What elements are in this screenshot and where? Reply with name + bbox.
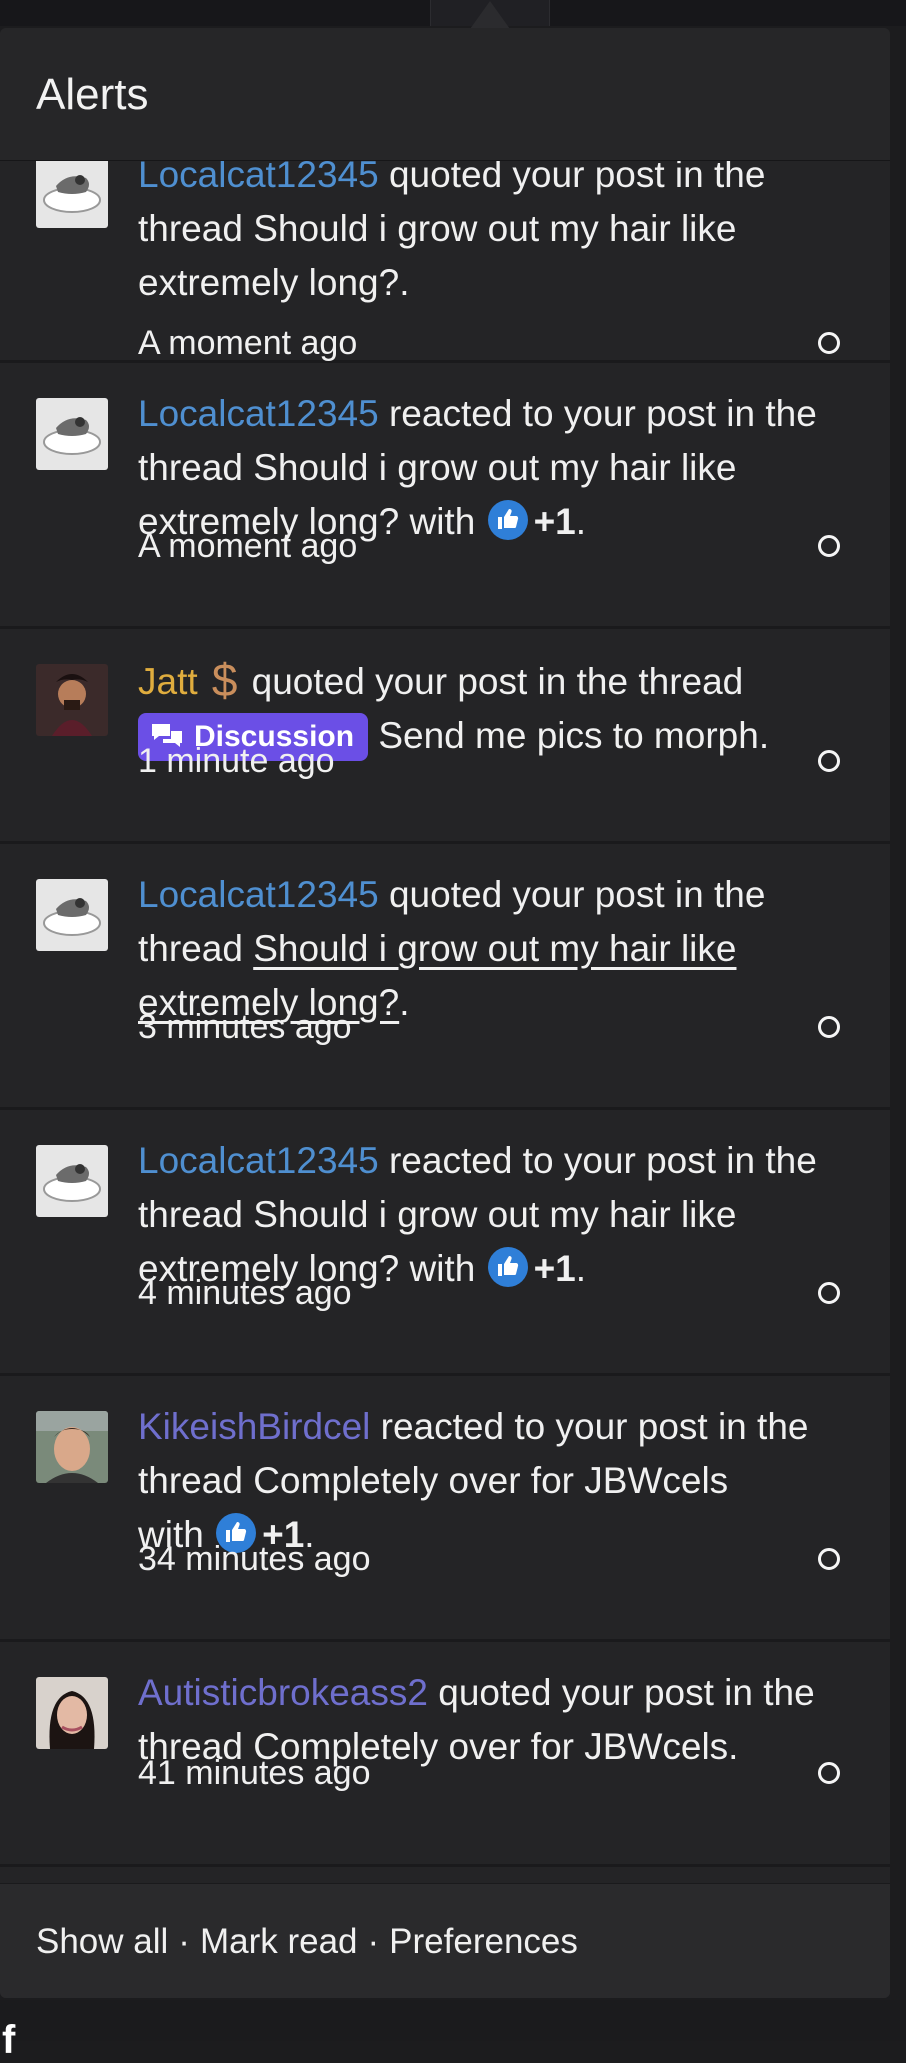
preferences-link[interactable]: Preferences [389,1922,578,1961]
reaction-label: +1 [533,1248,576,1289]
alert-time: A moment ago [138,527,358,565]
avatar[interactable] [36,398,108,470]
alerts-list[interactable]: Localcat12345 quoted your post in the th… [0,28,890,1882]
alert-text: KikeishBirdcel reacted to your post in t… [138,1400,858,1562]
alert-time: A moment ago [138,324,358,362]
unread-dot-icon[interactable] [818,332,840,354]
alert-punct: . [758,715,770,756]
alert-username[interactable]: Jatt [138,661,198,702]
alert-item[interactable]: Localcat12345 reacted to your post in th… [0,363,890,629]
alert-item[interactable]: Localcat12345 reacted to your post in th… [0,1110,890,1376]
alert-username[interactable]: KikeishBirdcel [138,1406,370,1447]
alert-text: Localcat12345 quoted your post in the th… [138,868,858,1030]
footer-links: Show all · Mark read · Preferences [36,1922,578,1962]
alert-text: Localcat12345 quoted your post in the th… [138,148,858,310]
alert-text: Localcat12345 reacted to your post in th… [138,387,858,549]
avatar[interactable] [36,156,108,228]
separator: · [367,1922,380,1961]
unread-dot-icon[interactable] [818,750,840,772]
alert-username[interactable]: Localcat12345 [138,393,379,434]
alert-item[interactable]: Jatt $ quoted your post in the thread Disc… [0,629,890,844]
alert-username[interactable]: Localcat12345 [138,1140,379,1181]
alert-time: 34 minutes ago [138,1540,371,1578]
page-background-strip: f [0,2000,906,2062]
avatar[interactable] [36,879,108,951]
alerts-panel: Alerts Localcat12345 quoted your post in… [0,28,890,1998]
alert-item[interactable]: Autisticbrokeass2 quoted your post in th… [0,1642,890,1867]
alert-punct: . [575,1248,587,1289]
alert-action: quoted your post in the [388,874,766,915]
mark-read-link[interactable]: Mark read [200,1922,358,1961]
reaction-label: +1 [533,501,576,542]
alert-punct: . [399,982,410,1023]
alert-punct: . [728,1726,739,1767]
alert-username[interactable]: Localcat12345 [138,874,379,915]
alert-thread-link[interactable]: Completely over for JBWcels [253,1460,728,1501]
unread-dot-icon[interactable] [818,1016,840,1038]
alerts-footer: Show all · Mark read · Preferences [0,1883,890,1998]
alert-action: thread [138,928,243,969]
alert-action: quoted your post in the thread [251,661,744,702]
avatar[interactable] [36,1677,108,1749]
thumbs-up-icon [487,1247,528,1287]
alert-time: 41 minutes ago [138,1754,371,1792]
alert-time: 4 minutes ago [138,1274,352,1312]
unread-dot-icon[interactable] [818,535,840,557]
top-navigation-bar [0,0,906,26]
alert-time: 3 minutes ago [138,1008,352,1046]
alert-punct: . [575,501,587,542]
dollar-icon: $ [211,654,238,706]
show-all-link[interactable]: Show all [36,1922,168,1961]
scrollbar-track[interactable] [891,280,906,2000]
alert-text: Localcat12345 reacted to your post in th… [138,1134,858,1296]
separator: · [178,1922,190,1961]
avatar[interactable] [36,1145,108,1217]
alert-username[interactable]: Autisticbrokeass2 [138,1672,428,1713]
alert-punct: . [399,262,410,303]
alert-item[interactable]: Localcat12345 quoted your post in the th… [0,844,890,1110]
unread-dot-icon[interactable] [818,1762,840,1784]
dropdown-caret [470,1,510,29]
avatar[interactable] [36,664,108,736]
alert-time: 1 minute ago [138,742,335,780]
unread-dot-icon[interactable] [818,1548,840,1570]
unread-dot-icon[interactable] [818,1282,840,1304]
alerts-panel-header: Alerts [0,28,890,161]
alert-item[interactable]: KikeishBirdcel reacted to your post in t… [0,1376,890,1642]
alert-thread-link[interactable]: Send me pics to morph [378,715,758,756]
alert-with: with [409,1248,476,1289]
panel-title: Alerts [36,70,149,119]
thumbs-up-icon [487,500,528,540]
alert-with: with [409,501,476,542]
avatar[interactable] [36,1411,108,1483]
